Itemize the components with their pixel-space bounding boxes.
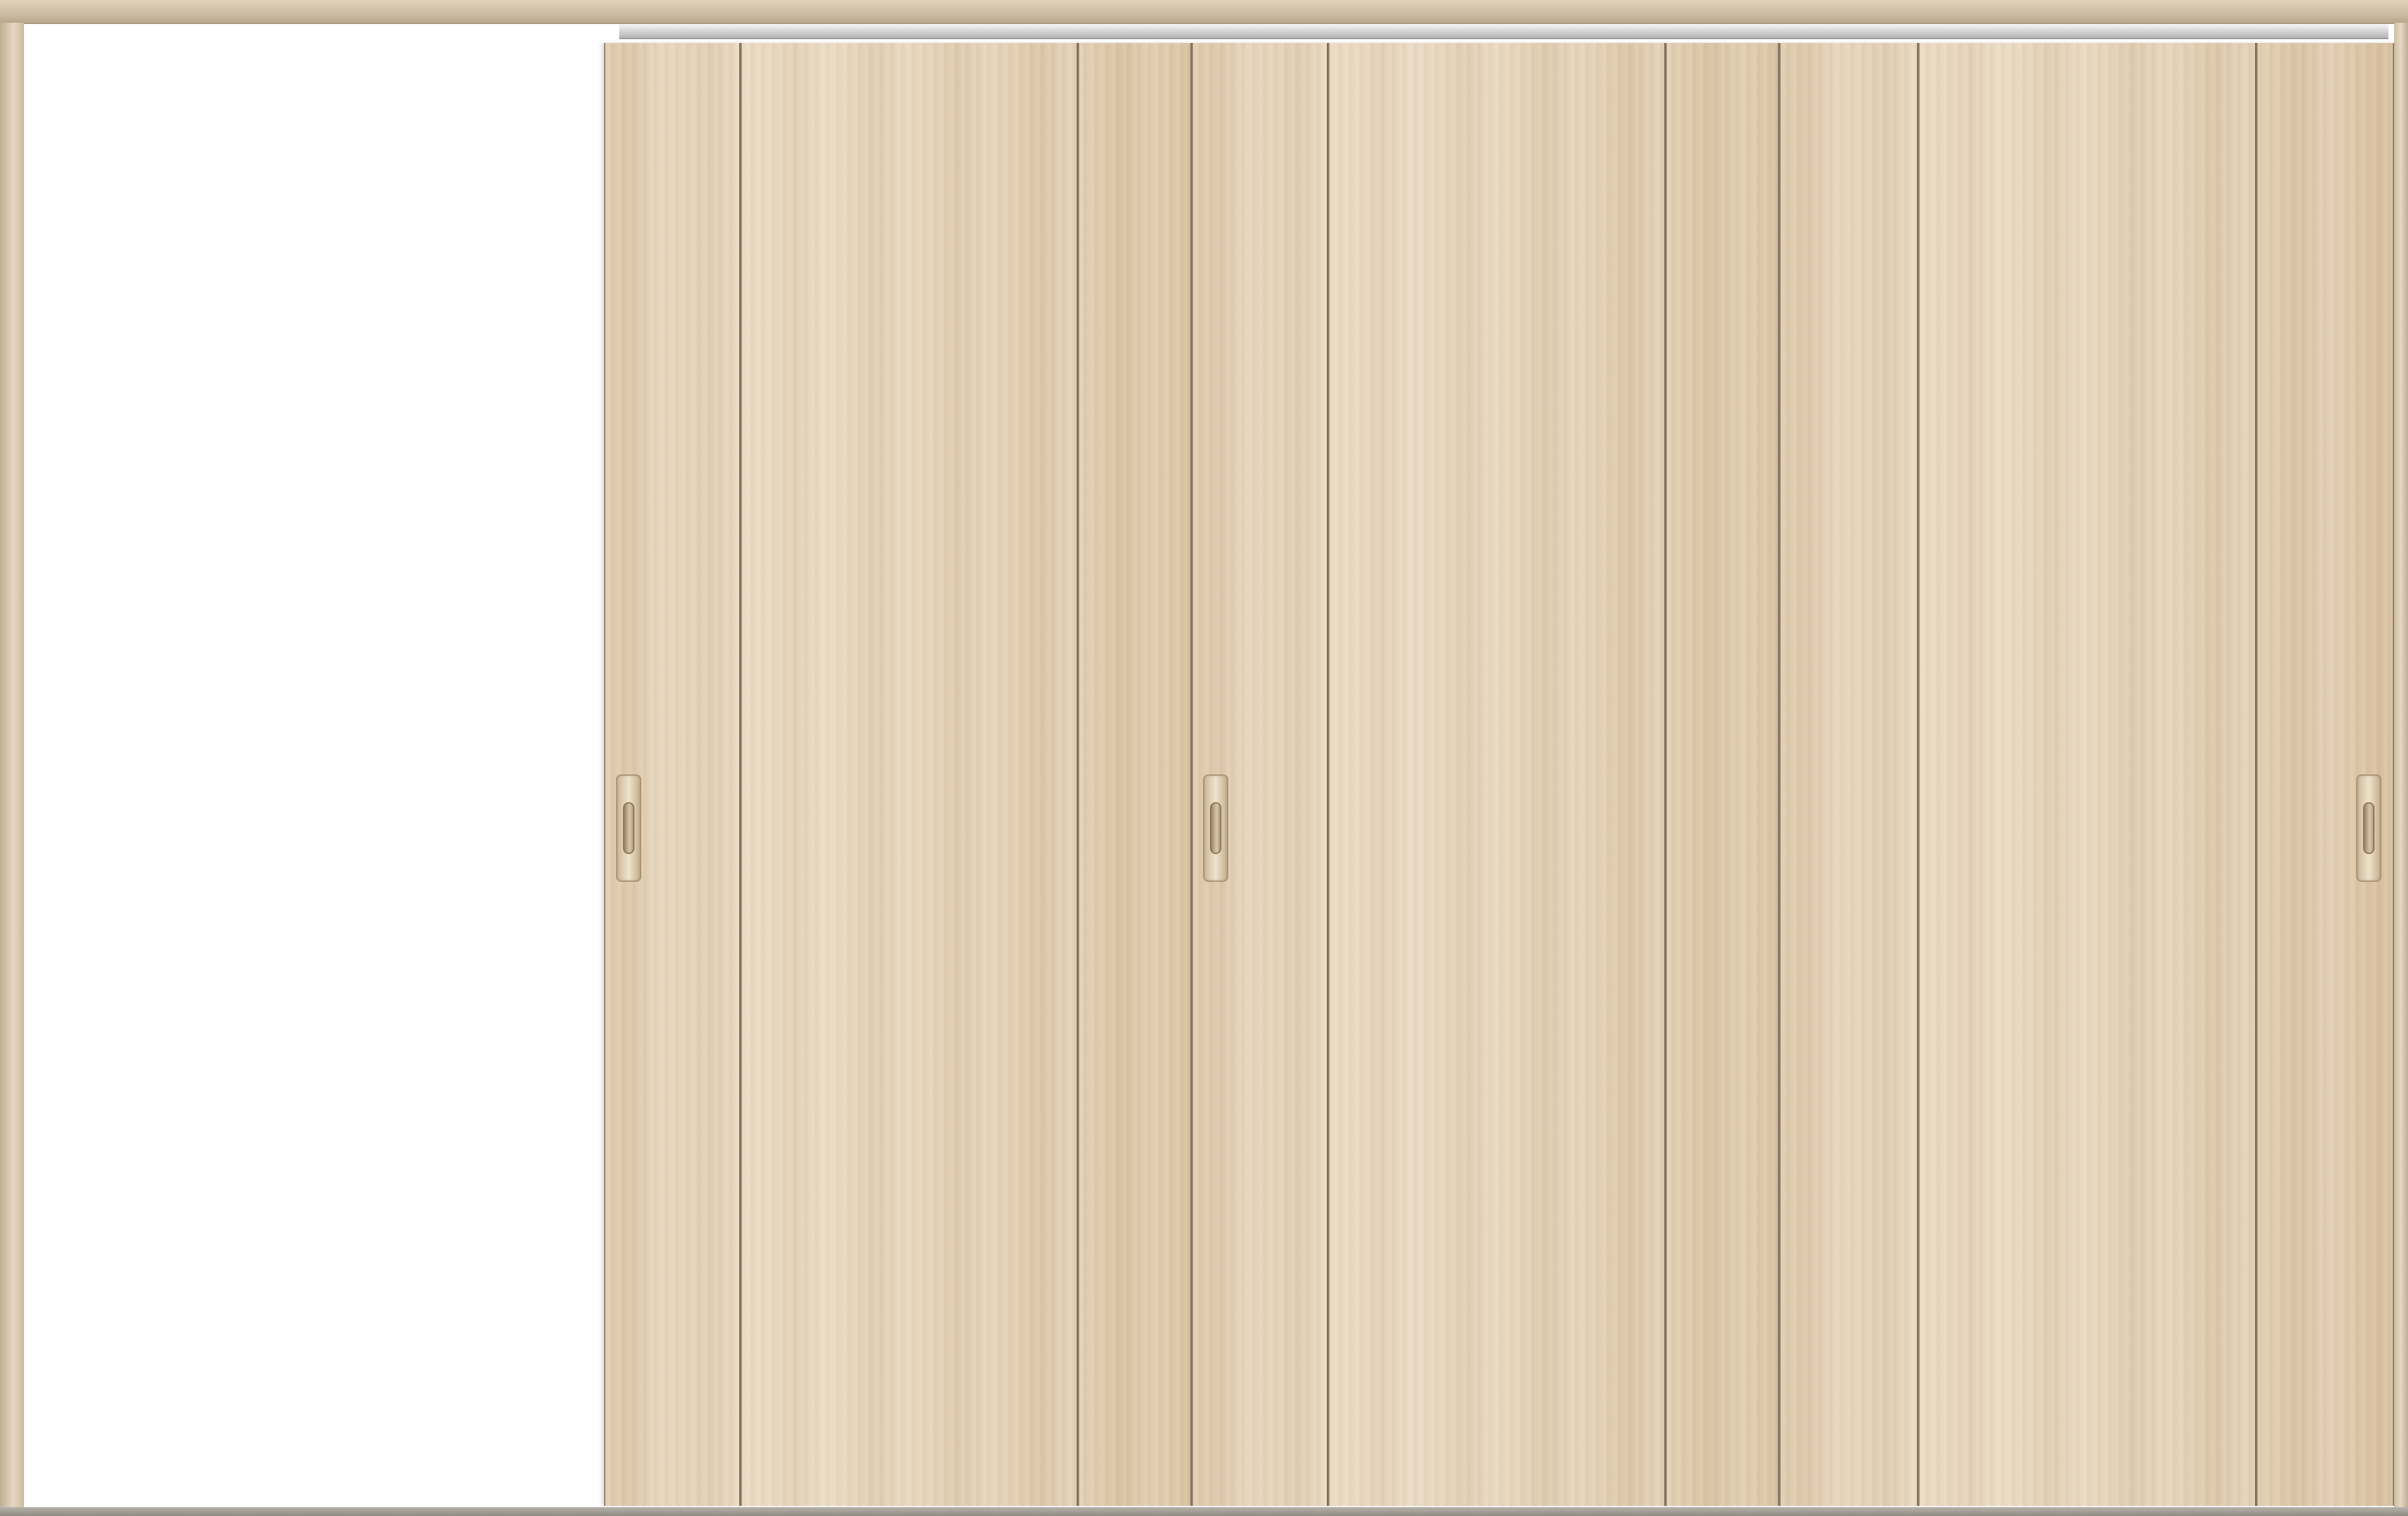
handle-recess bbox=[623, 802, 634, 854]
handle-recess bbox=[2363, 802, 2375, 854]
door-frame-right bbox=[2394, 23, 2408, 1508]
panel-groove bbox=[1917, 43, 1920, 1506]
door-panel-2[interactable] bbox=[1192, 43, 1779, 1506]
floor-track bbox=[0, 1507, 2408, 1516]
panel-groove bbox=[1664, 43, 1667, 1506]
door-handle-icon[interactable] bbox=[2356, 774, 2381, 882]
door-frame-top bbox=[0, 0, 2408, 24]
door-panel-1[interactable] bbox=[604, 43, 1192, 1506]
handle-recess bbox=[1210, 802, 1221, 854]
open-doorway bbox=[24, 38, 604, 1507]
panel-groove bbox=[1077, 43, 1079, 1506]
door-panel-3[interactable] bbox=[1779, 43, 2394, 1506]
door-handle-icon[interactable] bbox=[1203, 774, 1228, 882]
door-handle-icon[interactable] bbox=[616, 774, 641, 882]
door-frame-left bbox=[0, 23, 24, 1508]
sliding-rail bbox=[619, 24, 2388, 39]
panel-groove bbox=[2255, 43, 2258, 1506]
panel-groove bbox=[739, 43, 742, 1506]
sliding-door-scene bbox=[0, 0, 2408, 1516]
panel-groove bbox=[1327, 43, 1329, 1506]
